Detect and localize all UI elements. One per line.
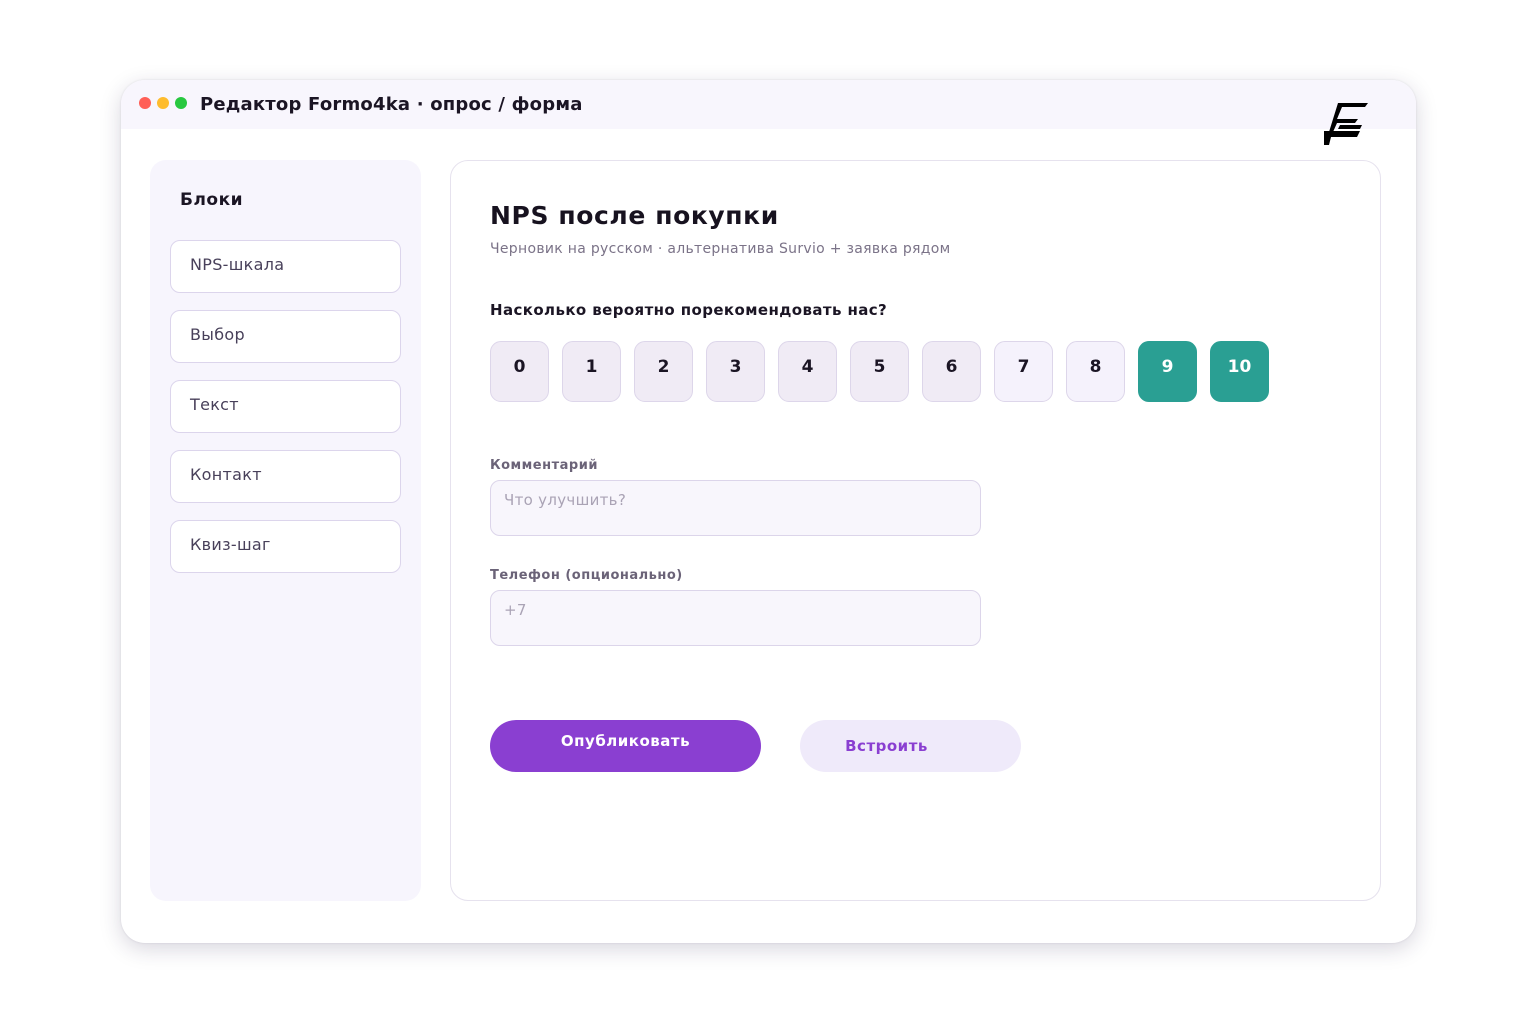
nps-option-1[interactable]: 1	[562, 341, 621, 402]
nps-option-3[interactable]: 3	[706, 341, 765, 402]
nps-option-6[interactable]: 6	[922, 341, 981, 402]
comment-label: Комментарий	[490, 458, 598, 473]
sidebar-title: Блоки	[180, 190, 244, 210]
form-editor-panel: NPS после покупки Черновик на русском · …	[450, 160, 1381, 901]
maximize-window-button[interactable]	[175, 97, 187, 109]
nps-option-9[interactable]: 9	[1138, 341, 1197, 402]
form-title: NPS после покупки	[490, 201, 779, 230]
block-item-label: NPS-шкала	[190, 255, 285, 274]
nps-option-10[interactable]: 10	[1210, 341, 1269, 402]
block-item-label: Квиз-шаг	[190, 535, 271, 554]
minimize-window-button[interactable]	[157, 97, 169, 109]
nps-option-8[interactable]: 8	[1066, 341, 1125, 402]
block-item-contact[interactable]: Контакт	[170, 450, 401, 503]
blocks-sidebar: Блоки NPS-шкала Выбор Текст Контакт Квиз…	[150, 160, 421, 901]
block-item-text[interactable]: Текст	[170, 380, 401, 433]
block-item-choice[interactable]: Выбор	[170, 310, 401, 363]
block-item-nps-scale[interactable]: NPS-шкала	[170, 240, 401, 293]
publish-button[interactable]: Опубликовать	[490, 720, 761, 772]
nps-option-2[interactable]: 2	[634, 341, 693, 402]
close-window-button[interactable]	[139, 97, 151, 109]
block-item-label: Текст	[190, 395, 239, 414]
form-subtitle: Черновик на русском · альтернатива Survi…	[490, 241, 951, 257]
formo4ka-logo-icon	[1324, 103, 1368, 145]
nps-option-7[interactable]: 7	[994, 341, 1053, 402]
block-item-label: Контакт	[190, 465, 262, 484]
comment-input[interactable]	[490, 480, 981, 536]
title-bar: Редактор Formo4ka · опрос / форма	[121, 80, 1416, 129]
nps-option-4[interactable]: 4	[778, 341, 837, 402]
block-item-quiz-step[interactable]: Квиз-шаг	[170, 520, 401, 573]
nps-question: Насколько вероятно порекомендовать нас?	[490, 301, 888, 319]
window-title: Редактор Formo4ka · опрос / форма	[200, 94, 583, 115]
block-item-label: Выбор	[190, 325, 245, 344]
embed-button[interactable]: Встроить	[800, 720, 1021, 772]
nps-option-5[interactable]: 5	[850, 341, 909, 402]
nps-option-0[interactable]: 0	[490, 341, 549, 402]
phone-label: Телефон (опционально)	[490, 568, 683, 583]
editor-window: Редактор Formo4ka · опрос / форма Блоки …	[121, 80, 1416, 943]
phone-input[interactable]	[490, 590, 981, 646]
